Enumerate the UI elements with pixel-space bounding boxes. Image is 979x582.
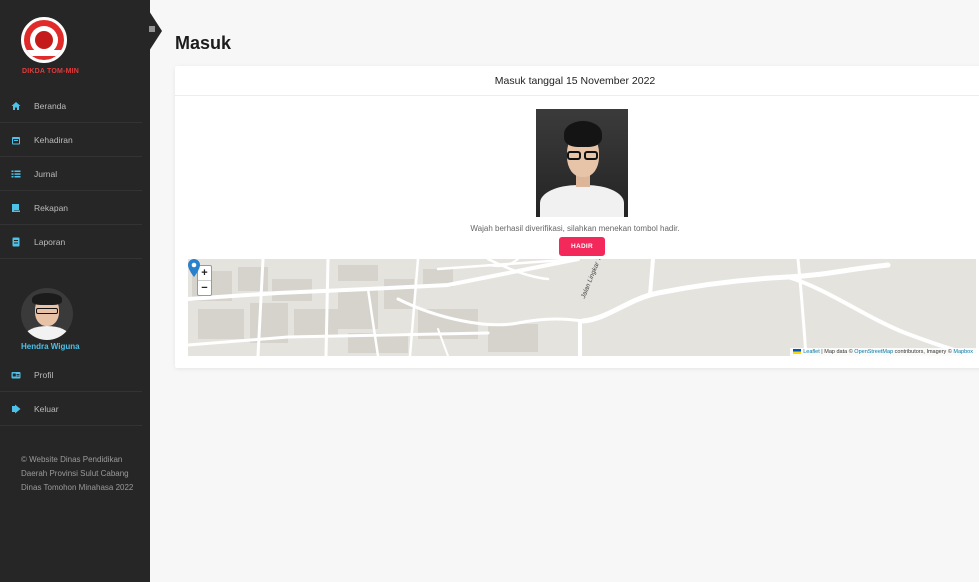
sidebar-item-label: Keluar (34, 403, 59, 414)
sidebar-item-rekapan[interactable]: Rekapan (0, 191, 142, 225)
verification-message: Wajah berhasil diverifikasi, silahkan me… (470, 224, 680, 233)
sidebar-item-jurnal[interactable]: Jurnal (0, 157, 142, 191)
report-icon (11, 237, 21, 247)
logo-text: DIKDA TOM-MIN (22, 68, 80, 75)
user-name: Hendra Wiguna (21, 342, 80, 351)
card-header: Masuk tanggal 15 November 2022 (175, 66, 979, 96)
ukraine-flag-icon (793, 349, 802, 355)
sidebar-item-beranda[interactable]: Beranda (0, 89, 142, 123)
map-attribution: Leaflet | Map data © OpenStreetMap contr… (790, 348, 976, 356)
map[interactable]: + − Jalan Lingkar Timur Leaflet | Map da… (188, 259, 976, 356)
hadir-button[interactable]: HADIR (559, 237, 605, 256)
sidebar-item-keluar[interactable]: Keluar (0, 392, 142, 426)
sidebar-item-label: Rekapan (34, 202, 69, 213)
sidebar-menu: Beranda Kehadiran Jurnal Rekapan Laporan (0, 89, 150, 259)
sign-out-icon (11, 404, 21, 414)
face-photo (536, 109, 628, 217)
attribution-text: contributors, Imagery © (893, 349, 954, 355)
sidebar-item-label: Profil (34, 369, 54, 380)
logo-area: DIKDA TOM-MIN (0, 0, 150, 90)
zoom-out-button[interactable]: − (198, 280, 211, 294)
avatar (21, 288, 73, 340)
id-card-icon (11, 370, 21, 380)
sidebar-user-menu: Profil Keluar (0, 358, 150, 426)
mapbox-link[interactable]: Mapbox (953, 349, 973, 355)
list-icon (11, 169, 21, 179)
book-icon (11, 203, 21, 213)
leaflet-link[interactable]: Leaflet (803, 349, 820, 355)
page-title: Masuk (175, 33, 232, 53)
sidebar-item-label: Kehadiran (34, 134, 73, 145)
sidebar-item-label: Beranda (34, 100, 67, 111)
sidebar-item-label: Jurnal (34, 168, 58, 179)
sidebar: DIKDA TOM-MIN Beranda Kehadiran Jurnal R… (0, 0, 150, 582)
calendar-icon (11, 135, 21, 145)
logo (21, 17, 67, 63)
attribution-text: | Map data © (819, 349, 855, 355)
hamburger-icon (149, 26, 155, 32)
home-icon (11, 101, 21, 111)
sidebar-footer: © Website Dinas Pendidikan Daerah Provin… (21, 455, 134, 492)
sidebar-item-profil[interactable]: Profil (0, 358, 142, 392)
sidebar-toggle-button[interactable] (128, 10, 162, 52)
sidebar-item-laporan[interactable]: Laporan (0, 225, 142, 259)
map-tiles (188, 259, 976, 356)
sidebar-item-label: Laporan (34, 236, 66, 247)
osm-link[interactable]: OpenStreetMap (854, 349, 893, 355)
location-pin-icon[interactable] (188, 259, 200, 277)
sidebar-item-kehadiran[interactable]: Kehadiran (0, 123, 142, 157)
attendance-card: Masuk tanggal 15 November 2022 Wajah ber… (175, 66, 979, 368)
